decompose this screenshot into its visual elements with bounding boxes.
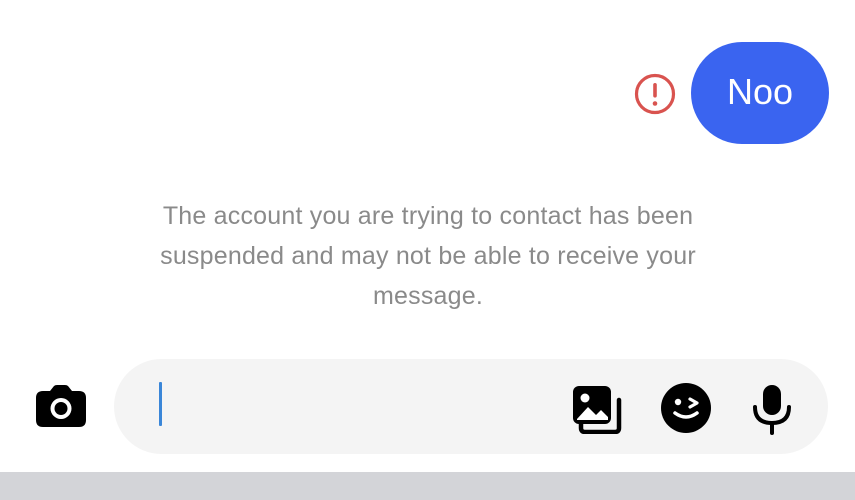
message-input[interactable]	[152, 375, 572, 437]
message-composer	[114, 359, 828, 454]
camera-button[interactable]	[34, 382, 88, 430]
camera-icon	[36, 385, 86, 427]
sent-message-bubble[interactable]: Noo	[691, 42, 829, 144]
sticker-icon	[661, 383, 711, 433]
keyboard-top-edge	[0, 472, 855, 500]
gallery-button[interactable]	[571, 384, 623, 434]
chat-screen: Noo The account you are trying to contac…	[0, 0, 855, 500]
message-text: Noo	[726, 71, 794, 112]
microphone-icon	[753, 385, 791, 435]
sticker-button[interactable]	[659, 381, 713, 435]
text-caret	[159, 382, 162, 426]
exclamation-circle-icon[interactable]	[634, 73, 676, 115]
account-suspended-notice: The account you are trying to contact ha…	[160, 202, 696, 310]
microphone-button[interactable]	[750, 383, 794, 435]
gallery-icon	[573, 386, 622, 434]
